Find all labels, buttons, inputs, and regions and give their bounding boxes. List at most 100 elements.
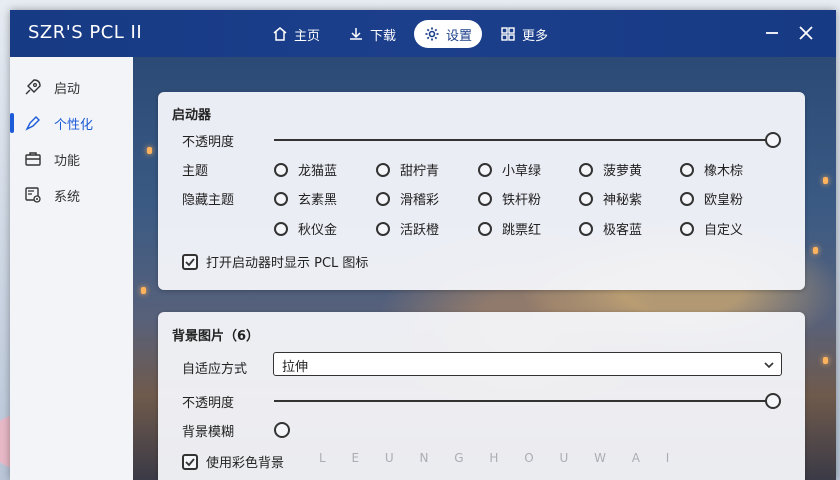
hidden-theme-radio[interactable]: 欧皇粉 [680,189,743,208]
radio-circle [376,221,390,236]
opacity-label: 不透明度 [182,135,235,150]
sidebar-item-label: 个性化 [54,117,94,133]
lantern-decoration [141,287,146,294]
hidden-theme-radio[interactable]: 秋仪金 [274,219,337,238]
radio-label: 橡木棕 [704,164,744,179]
theme-radio[interactable]: 橡木棕 [680,160,743,179]
brush-icon [25,116,40,131]
checkbox-box [182,253,198,270]
sidebar-item-label: 系统 [54,189,81,205]
bg-blur-slider-thumb[interactable] [274,422,290,438]
radio-label: 秋仪金 [298,223,338,238]
radio-label: 神秘紫 [603,193,643,208]
sidebar-item-features[interactable]: 功能 [10,143,133,175]
fit-mode-value: 拉伸 [282,360,309,375]
radio-circle [579,162,593,177]
gear-icon [425,27,439,41]
opacity-slider-thumb[interactable] [765,132,781,148]
download-icon [350,28,363,40]
radio-circle [478,191,492,206]
radio-label: 铁杆粉 [502,193,542,208]
radio-label: 欧皇粉 [704,193,744,208]
hidden-theme-radio[interactable]: 铁杆粉 [478,189,541,208]
radio-label: 小草绿 [502,164,542,179]
theme-radio[interactable]: 龙猫蓝 [274,160,337,179]
active-indicator [10,113,14,133]
radio-label: 菠萝黄 [603,164,643,179]
radio-label: 活跃橙 [400,223,440,238]
check-icon [185,257,195,266]
minimize-button[interactable] [762,23,782,43]
hidden-theme-radio[interactable]: 神秘紫 [579,189,642,208]
radio-circle [579,191,593,206]
lantern-decoration [813,247,818,254]
hidden-theme-radio[interactable]: 自定义 [680,219,743,238]
sidebar-item-label: 功能 [54,153,81,169]
theme-radio[interactable]: 菠萝黄 [579,160,642,179]
app-title: SZR'S PCL II [28,22,143,43]
system-settings-icon [25,187,41,203]
radio-circle [680,221,694,236]
nav-settings[interactable]: 设置 [414,20,483,48]
home-icon [273,27,287,41]
rocket-icon [25,79,41,95]
checkbox-label: 使用彩色背景 [206,456,285,471]
bg-opacity-slider[interactable] [274,400,774,402]
radio-label: 跳票红 [502,223,542,238]
nav-download[interactable]: 下载 [338,20,406,48]
checkbox-label: 打开启动器时显示 PCL 图标 [206,256,369,271]
app-window: SZR'S PCL II 主页 下载 设置 更多 启动 个性化 功能 系统 启动… [10,10,836,480]
theme-radio[interactable]: 甜柠青 [376,160,439,179]
hidden-theme-radio[interactable]: 玄素黑 [274,189,337,208]
radio-circle [478,162,492,177]
close-icon [799,26,813,40]
title-bar: SZR'S PCL II 主页 下载 设置 更多 [10,10,836,57]
radio-circle [680,191,694,206]
bg-opacity-slider-thumb[interactable] [765,393,781,409]
toolbox-icon [25,152,41,166]
minimize-icon [766,32,778,34]
nav-download-label: 下载 [370,28,397,44]
nav-home[interactable]: 主页 [262,20,330,48]
radio-label: 甜柠青 [400,164,440,179]
lantern-decoration [147,147,152,154]
card-title: 背景图片（6） [172,329,260,344]
opacity-slider[interactable] [274,139,774,141]
sidebar-item-system[interactable]: 系统 [10,179,133,211]
radio-circle [274,162,288,177]
sidebar-item-personalize[interactable]: 个性化 [10,107,133,139]
radio-label: 极客蓝 [603,223,643,238]
radio-label: 滑稽彩 [400,193,440,208]
check-icon [185,457,195,466]
hidden-theme-radio[interactable]: 极客蓝 [579,219,642,238]
radio-circle [274,191,288,206]
hidden-theme-radio[interactable]: 滑稽彩 [376,189,439,208]
nav-more[interactable]: 更多 [490,20,558,48]
radio-circle [478,221,492,236]
radio-circle [376,162,390,177]
hidden-theme-radio[interactable]: 跳票红 [478,219,541,238]
sidebar-item-label: 启动 [54,81,81,97]
nav-more-label: 更多 [522,28,549,44]
lantern-decoration [823,357,828,364]
fit-mode-label: 自适应方式 [182,362,248,377]
radio-circle [579,221,593,236]
grid-icon [501,27,515,41]
hidden-theme-label: 隐藏主题 [182,193,235,208]
show-pcl-icon-checkbox[interactable]: 打开启动器时显示 PCL 图标 [182,252,368,271]
radio-label: 玄素黑 [298,193,338,208]
radio-label: 自定义 [704,223,744,238]
chevron-down-icon [764,362,774,369]
card-title: 启动器 [172,108,212,123]
close-button[interactable] [796,23,816,43]
sidebar-item-launch[interactable]: 启动 [10,71,133,103]
nav-settings-label: 设置 [446,28,473,44]
radio-label: 龙猫蓝 [298,164,338,179]
radio-circle [680,162,694,177]
theme-radio[interactable]: 小草绿 [478,160,541,179]
checkbox-box [182,453,198,470]
top-nav: 主页 下载 设置 更多 [262,20,558,48]
color-background-checkbox[interactable]: 使用彩色背景 [182,452,284,471]
fit-mode-select[interactable]: 拉伸 [273,352,782,376]
hidden-theme-radio[interactable]: 活跃橙 [376,219,439,238]
